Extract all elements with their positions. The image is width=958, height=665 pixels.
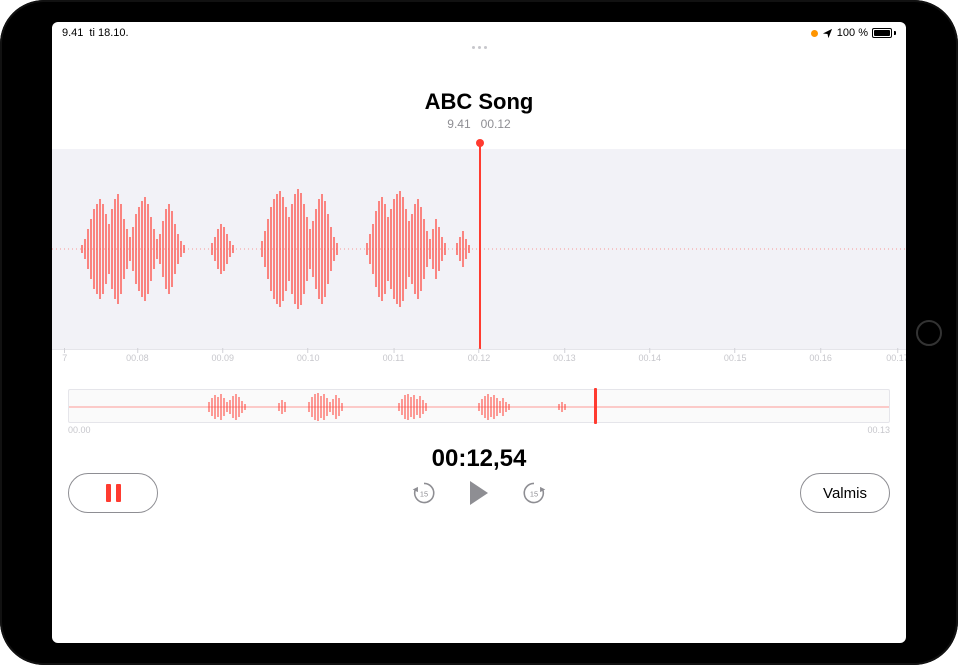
ruler-tick: 00.11 bbox=[383, 353, 405, 363]
ruler-tick: 00.16 bbox=[809, 353, 832, 363]
screen: 9.41 ti 18.10. 100 % ABC Song 9.41 bbox=[52, 22, 906, 643]
recording-subtitle: 9.41 00.12 bbox=[52, 117, 906, 131]
play-button[interactable] bbox=[462, 479, 496, 507]
svg-text:15: 15 bbox=[420, 489, 428, 498]
status-bar: 9.41 ti 18.10. 100 % bbox=[52, 22, 906, 44]
ruler-tick: 00.10 bbox=[297, 353, 320, 363]
recording-header: ABC Song 9.41 00.12 bbox=[52, 89, 906, 131]
waveform-overview-graphic bbox=[69, 390, 889, 424]
time-ruler: 7 00.08 00.09 00.10 00.11 00.12 00.13 00… bbox=[52, 349, 906, 371]
ruler-tick: 00.09 bbox=[212, 353, 235, 363]
skip-back-icon: 15 bbox=[411, 480, 437, 506]
playback-controls: 15 15 Valmis bbox=[52, 479, 906, 507]
overview-start-time: 00.00 bbox=[68, 425, 91, 435]
location-arrow-icon bbox=[822, 28, 833, 39]
battery-icon bbox=[872, 28, 896, 38]
current-time-display: 00:12,54 bbox=[52, 445, 906, 473]
status-date: ti 18.10. bbox=[89, 27, 128, 39]
playhead-main[interactable] bbox=[479, 143, 481, 355]
home-button[interactable] bbox=[916, 320, 942, 346]
ruler-tick: 00.13 bbox=[553, 353, 576, 363]
recording-title[interactable]: ABC Song bbox=[52, 89, 906, 115]
skip-back-15-button[interactable]: 15 bbox=[410, 479, 438, 507]
ruler-tick: 00.12 bbox=[468, 353, 491, 363]
pause-icon bbox=[106, 484, 121, 502]
pause-record-button[interactable] bbox=[68, 473, 158, 513]
recording-indicator-dot bbox=[811, 30, 818, 37]
play-icon bbox=[470, 481, 488, 505]
playhead-overview[interactable] bbox=[594, 388, 597, 424]
overview-end-time: 00.13 bbox=[867, 425, 890, 435]
ruler-tick-partial: 7 bbox=[62, 353, 67, 363]
ruler-tick: 00.14 bbox=[639, 353, 662, 363]
svg-text:15: 15 bbox=[530, 489, 538, 498]
ruler-tick: 00.15 bbox=[724, 353, 747, 363]
ruler-tick: 00.17 bbox=[886, 353, 906, 363]
battery-percent: 100 % bbox=[837, 27, 868, 39]
waveform-main[interactable] bbox=[52, 149, 906, 349]
ipad-frame: 9.41 ti 18.10. 100 % ABC Song 9.41 bbox=[0, 0, 958, 665]
waveform-overview[interactable] bbox=[68, 389, 890, 423]
sheet-grabber-icon[interactable] bbox=[472, 46, 487, 49]
skip-forward-15-button[interactable]: 15 bbox=[520, 479, 548, 507]
done-button[interactable]: Valmis bbox=[800, 473, 890, 513]
skip-forward-icon: 15 bbox=[521, 480, 547, 506]
status-time: 9.41 bbox=[62, 27, 83, 39]
ruler-tick: 00.08 bbox=[126, 353, 149, 363]
overview-time-labels: 00.00 00.13 bbox=[68, 423, 890, 435]
